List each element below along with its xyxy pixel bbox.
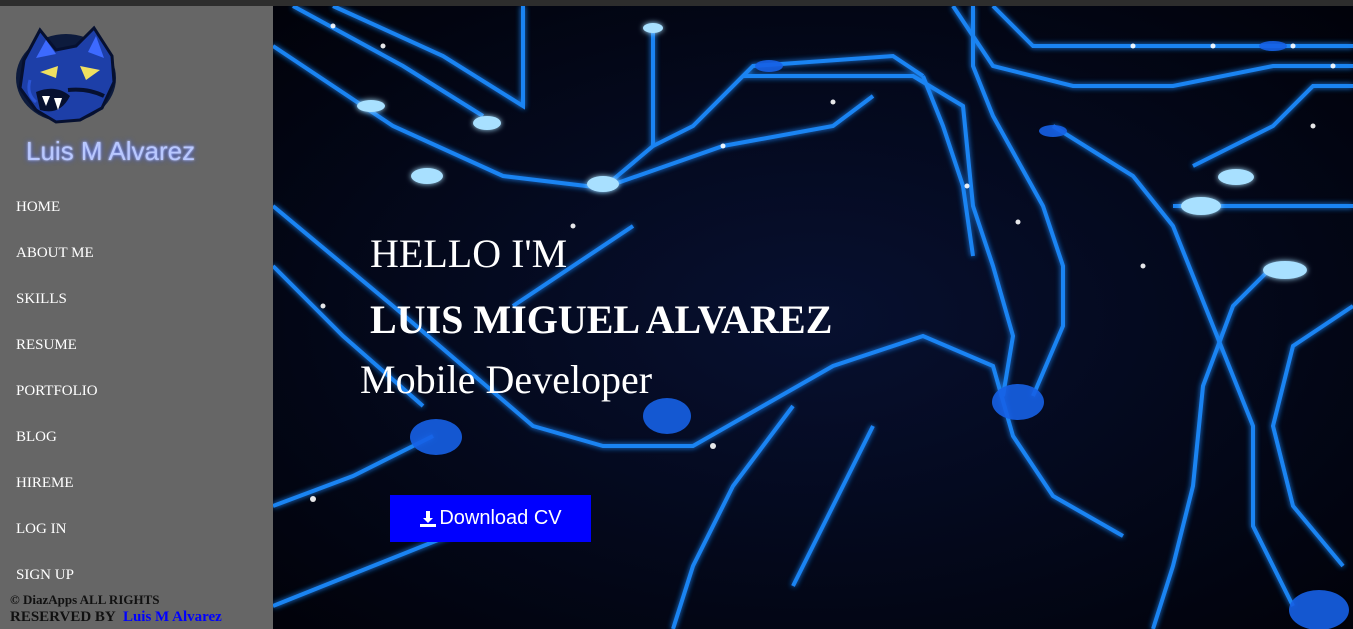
- sidebar: Luis M Alvarez HOME ABOUT ME SKILLS RESU…: [0, 6, 273, 629]
- download-cv-label: Download CV: [439, 507, 562, 529]
- copyright-footer: © DiazApps ALL RIGHTS RESERVED BY Luis M…: [10, 590, 272, 627]
- hero-section: HELLO I'M LUIS MIGUEL ALVAREZ Mobile Dev…: [273, 6, 1353, 629]
- nav-item-hireme[interactable]: HIREME: [0, 460, 273, 506]
- nav-item-home[interactable]: HOME: [0, 184, 273, 230]
- greeting-text: HELLO I'M: [370, 231, 568, 276]
- nav-menu: HOME ABOUT ME SKILLS RESUME PORTFOLIO BL…: [0, 184, 273, 598]
- nav-item-portfolio[interactable]: PORTFOLIO: [0, 368, 273, 414]
- download-cv-button[interactable]: Download CV: [390, 495, 591, 542]
- download-icon: [419, 510, 437, 528]
- role-text: Mobile Developer: [360, 357, 653, 402]
- copyright-text: © DiazApps ALL RIGHTS: [10, 592, 160, 607]
- reserved-by-line: RESERVED BY Luis M Alvarez: [10, 608, 272, 627]
- brand-name: Luis M Alvarez: [26, 136, 196, 166]
- nav-item-resume[interactable]: RESUME: [0, 322, 273, 368]
- panther-logo-icon[interactable]: [10, 20, 122, 132]
- nav-item-about-me[interactable]: ABOUT ME: [0, 230, 273, 276]
- nav-item-blog[interactable]: BLOG: [0, 414, 273, 460]
- reserved-by-text: RESERVED BY: [10, 609, 119, 625]
- nav-item-log-in[interactable]: LOG IN: [0, 506, 273, 552]
- nav-item-skills[interactable]: SKILLS: [0, 276, 273, 322]
- hero-name: LUIS MIGUEL ALVAREZ: [370, 297, 833, 342]
- author-link[interactable]: Luis M Alvarez: [123, 609, 222, 625]
